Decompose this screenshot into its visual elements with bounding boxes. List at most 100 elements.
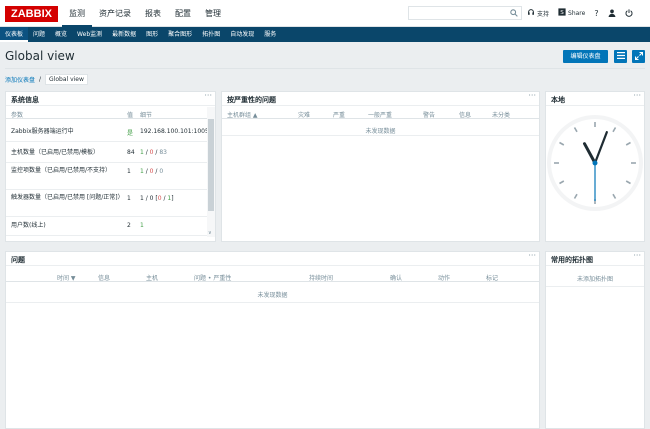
submenu-problems[interactable]: 问题 (28, 27, 50, 42)
submenu-screens[interactable]: 聚合图形 (163, 27, 197, 42)
empty-message: 未发现数据 (6, 287, 539, 303)
zabbix-logo[interactable]: ZABBIX (5, 6, 58, 22)
widget-header: 问题 ··· (6, 251, 539, 266)
submenu-services[interactable]: 服务 (259, 27, 281, 42)
detail-cell: 1 (140, 222, 144, 229)
system-info-widget: 系统信息 ··· 参数 值 细节 Zabbix服务器端运行中 是 192.168… (5, 91, 216, 242)
param-cell: Zabbix服务器端运行中 (11, 128, 74, 135)
main-menu: 监测 资产记录 报表 配置 管理 (62, 0, 228, 27)
widget-header: 本地 ··· (546, 91, 644, 106)
detail-cell: 192.168.100.101:10051 (140, 128, 213, 135)
menu-reports[interactable]: 报表 (138, 0, 168, 27)
col-actions: 动作 (438, 275, 451, 282)
trigger-counts: 1 / 0 [ (140, 195, 158, 202)
menu-icon (616, 52, 625, 61)
col-information: 信息 (459, 112, 472, 119)
submenu-dashboard[interactable]: 仪表板 (0, 27, 29, 42)
widget-header: 按严重性的问题 ··· (222, 91, 539, 106)
value-cell: 1 (127, 168, 131, 175)
col-detail: 细节 (140, 112, 153, 119)
menu-configuration[interactable]: 配置 (168, 0, 198, 27)
page-title: Global view (5, 49, 75, 63)
menu-monitoring[interactable]: 监测 (62, 0, 92, 27)
unsupported-count: 0 (159, 168, 164, 175)
breadcrumb-current[interactable]: Global view (45, 73, 88, 85)
search-icon[interactable] (510, 9, 518, 19)
chevron-down-icon[interactable]: ∨ (208, 230, 212, 236)
search-box (408, 6, 522, 20)
col-host: 主机 (146, 275, 159, 282)
share-link[interactable]: S Share (558, 8, 585, 18)
widget-options-icon[interactable]: ··· (528, 251, 536, 260)
table-row: 主机数量（已启用/已禁用/模板） 84 1 / 0 / 83 (6, 143, 207, 163)
table-row: 触发器数量（已启用/已禁用 [问题/正常]） 1 1 / 0 [0 / 1] (6, 191, 207, 217)
widget-options-icon[interactable]: ··· (528, 91, 536, 100)
clock-widget: 本地 ··· (545, 91, 645, 242)
analog-clock (547, 115, 643, 211)
problems-widget: 问题 ··· 时间 ▼ 信息 主机 问题 • 严重性 持续时间 确认 动作 标记… (5, 251, 540, 429)
detail-cell: 1 / 0 / 0 (140, 168, 163, 175)
sub-menu: 仪表板 问题 概览 Web监测 最新数据 图形 聚合图形 拓扑图 自动发现 服务 (0, 27, 650, 42)
widget-title: 按严重性的问题 (227, 96, 276, 104)
support-link[interactable]: 支持 (527, 8, 549, 18)
col-tags: 标记 (486, 275, 499, 282)
problems-table-header: 时间 ▼ 信息 主机 问题 • 严重性 持续时间 确认 动作 标记 (6, 271, 539, 282)
widget-options-icon[interactable]: ··· (633, 91, 641, 100)
widget-options-icon[interactable]: ··· (204, 91, 212, 100)
col-param: 参数 (11, 112, 24, 119)
col-ack: 确认 (390, 275, 403, 282)
widget-header: 系统信息 ··· (6, 91, 215, 106)
widget-title: 问题 (11, 256, 25, 264)
submenu-discovery[interactable]: 自动发现 (225, 27, 259, 42)
sign-out-icon[interactable] (625, 9, 633, 17)
widget-title: 系统信息 (11, 96, 39, 104)
submenu-overview[interactable]: 概览 (50, 27, 72, 42)
col-info: 信息 (98, 275, 111, 282)
col-host-group[interactable]: 主机群组 ▲ (227, 110, 258, 119)
param-cell: 用户数(线上) (11, 222, 46, 229)
breadcrumb-separator: / (39, 75, 42, 83)
value-cell: 2 (127, 222, 131, 229)
col-time[interactable]: 时间 ▼ (57, 273, 76, 282)
submenu-maps[interactable]: 拓扑图 (197, 27, 225, 42)
col-high: 严重 (333, 112, 346, 119)
headset-icon (527, 8, 535, 18)
fullscreen-icon (634, 51, 643, 62)
widget-title: 常用的拓扑图 (551, 256, 593, 264)
scrollbar-thumb[interactable] (208, 119, 214, 211)
value-cell: 1 (127, 195, 131, 202)
col-disaster: 灾难 (298, 112, 311, 119)
breadcrumb: 添加仪表盘 / Global view (5, 73, 88, 85)
search-input[interactable] (409, 7, 505, 19)
share-label: Share (568, 9, 586, 17)
submenu-graphs[interactable]: 图形 (141, 27, 163, 42)
clock-center (592, 160, 598, 166)
param-cell: 主机数量（已启用/已禁用/模板） (11, 149, 100, 156)
value-cell: 84 (127, 149, 135, 156)
widget-options-icon[interactable]: ··· (633, 251, 641, 260)
col-value: 值 (127, 112, 134, 119)
dashboard-menu-button[interactable] (614, 50, 627, 63)
share-icon: S (558, 8, 566, 18)
help-link[interactable]: ? (594, 9, 598, 18)
empty-message: 未发现数据 (222, 123, 539, 136)
scrollbar[interactable]: ∨ (207, 107, 215, 237)
breadcrumb-dashboards[interactable]: 添加仪表盘 (5, 75, 35, 84)
menu-administration[interactable]: 管理 (198, 0, 228, 27)
col-average: 一般严重 (368, 112, 393, 119)
submenu-latest-data[interactable]: 最新数据 (107, 27, 141, 42)
submenu-web[interactable]: Web监测 (72, 27, 107, 42)
param-cell: 监控项数量（已启用/已禁用/不支持） (11, 167, 112, 174)
user-profile-icon[interactable] (608, 9, 616, 17)
edit-dashboard-button[interactable]: 编辑仪表盘 (563, 50, 608, 63)
param-cell: 触发器数量（已启用/已禁用 [问题/正常]） (11, 194, 124, 201)
top-header: ZABBIX 监测 资产记录 报表 配置 管理 支持 S Share ? (0, 0, 650, 27)
fullscreen-button[interactable] (632, 50, 645, 63)
header-divider (5, 68, 645, 69)
menu-inventory[interactable]: 资产记录 (92, 0, 138, 27)
table-row: 用户数(线上) 2 1 (6, 218, 207, 236)
favorite-maps-widget: 常用的拓扑图 ··· 未添加拓扑图 (545, 251, 645, 429)
support-label: 支持 (537, 10, 550, 18)
table-row: 监控项数量（已启用/已禁用/不支持） 1 1 / 0 / 0 (6, 164, 207, 190)
system-info-header: 参数 值 细节 (6, 108, 207, 119)
